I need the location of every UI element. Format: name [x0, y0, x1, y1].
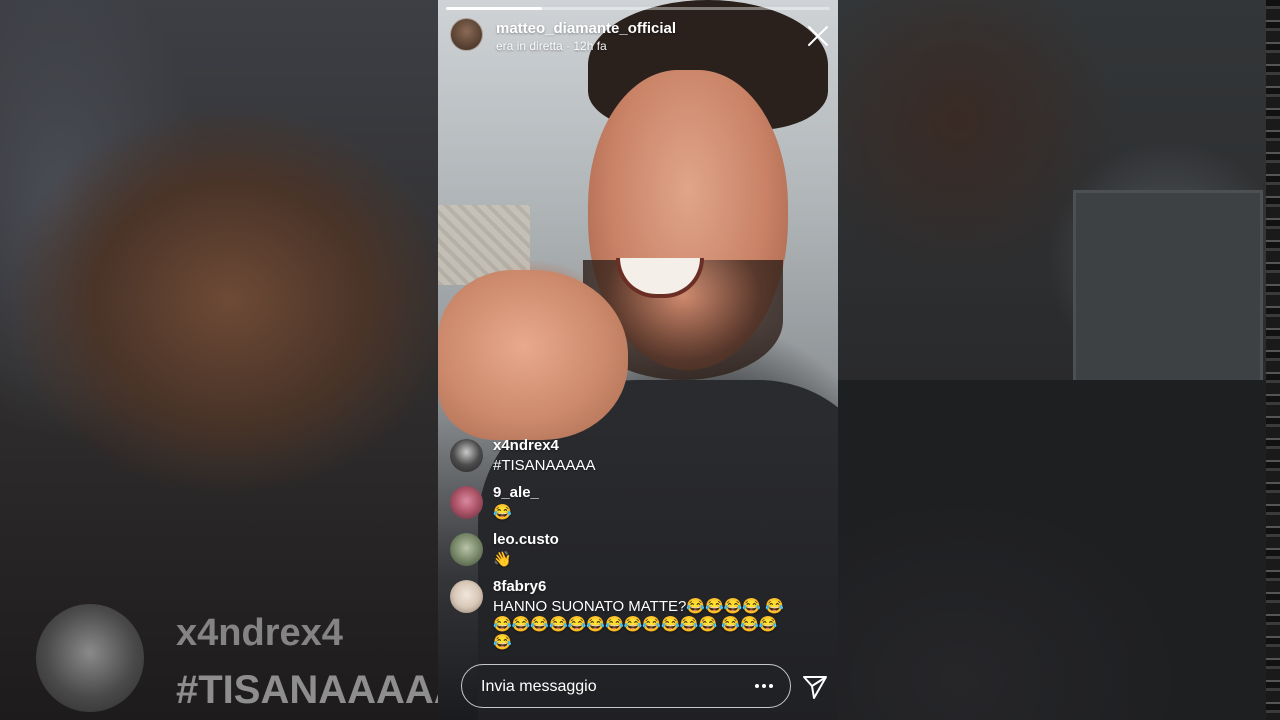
comment-avatar[interactable]: [450, 439, 483, 472]
comment-avatar[interactable]: [450, 486, 483, 519]
comment-username[interactable]: 9_ale_: [493, 484, 539, 501]
live-comments: x4ndrex4 #TISANAAAAA 9_ale_ 😂 leo.custo …: [438, 0, 838, 720]
more-dots-icon[interactable]: [752, 677, 776, 695]
comment-avatar[interactable]: [450, 580, 483, 613]
comment-username[interactable]: x4ndrex4: [493, 437, 559, 454]
blurred-avatar: [36, 604, 144, 712]
blurred-background-left: x4ndrex4 #TISANAAAAA: [0, 0, 438, 720]
comment-username[interactable]: 8fabry6: [493, 578, 546, 595]
send-icon[interactable]: [801, 673, 829, 701]
comment-text: #TISANAAAAA: [493, 457, 596, 474]
video-glitch-strip: [1266, 0, 1280, 720]
comment-text: HANNO SUONATO MATTE?😂😂😂😂 😂😂😂😂😂😂😂😂😂😂😂😂😂 😂…: [493, 598, 784, 651]
blurred-shirt: [838, 380, 1280, 720]
comment-text: 😂: [493, 504, 512, 521]
message-input[interactable]: Invia messaggio: [461, 664, 791, 708]
comment-avatar[interactable]: [450, 533, 483, 566]
blurred-comment-text: #TISANAAAAA: [176, 668, 438, 712]
blurred-background-right: [838, 0, 1280, 720]
comment-username[interactable]: leo.custo: [493, 531, 559, 548]
blurred-comment-user: x4ndrex4: [176, 612, 343, 654]
live-replay-viewer: matteo_diamante_official era in diretta …: [438, 0, 838, 720]
comment-text: 👋: [493, 551, 512, 568]
message-placeholder: Invia messaggio: [481, 678, 597, 695]
